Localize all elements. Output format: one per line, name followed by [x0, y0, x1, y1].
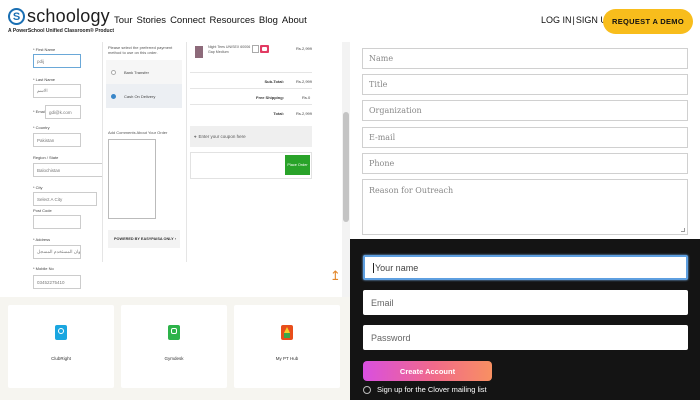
field-label: Post Code: [33, 208, 52, 213]
easypaisa-note[interactable]: POWERED BY EASYPAISA ONLY ›: [108, 230, 180, 248]
organization-input[interactable]: Organization: [362, 100, 688, 121]
outreach-form: Name Title Organization E-mail Phone Rea…: [350, 42, 700, 239]
vertical-scrollbar[interactable]: [342, 42, 350, 297]
auth-separator: |: [572, 15, 575, 25]
shipping-value: Rs.0: [302, 95, 311, 100]
address-field[interactable]: بيت عنوان المستخدم المسجل: [33, 245, 81, 259]
payment-option-cod[interactable]: Cash On Delivery: [106, 84, 182, 108]
gymdesk-icon: [168, 325, 180, 340]
schoology-logo[interactable]: S schoology: [8, 6, 110, 27]
city-select[interactable]: Select A City: [33, 192, 97, 206]
place-order-button[interactable]: Place Order: [285, 155, 310, 175]
total-label: Total:: [273, 111, 284, 116]
radio-icon: [111, 69, 116, 75]
your-name-input[interactable]: Your name: [363, 255, 688, 280]
region-select[interactable]: Balochistan: [33, 163, 103, 177]
coupon-input[interactable]: ⌖ Enter your coupon here: [190, 126, 312, 147]
mailing-list-label: Sign up for the Clover mailing list: [377, 385, 487, 394]
column-divider: [186, 42, 187, 262]
field-label: * Last Name: [33, 77, 56, 82]
mobile-field[interactable]: 03452275410: [33, 275, 81, 289]
nav-stories[interactable]: Stories: [136, 15, 166, 26]
mailing-list-option[interactable]: Sign up for the Clover mailing list: [363, 385, 487, 394]
logo-s-icon: S: [8, 8, 25, 25]
phone-input[interactable]: Phone: [362, 153, 688, 174]
country-field[interactable]: Pakistan: [33, 133, 81, 147]
field-label: * Address: [33, 237, 51, 242]
clubright-icon: [55, 325, 67, 340]
nav-tour[interactable]: Tour: [114, 15, 132, 26]
scroll-to-top-icon[interactable]: ↥: [330, 270, 341, 283]
payment-option-label: Cash On Delivery: [124, 93, 156, 99]
reason-placeholder: Reason for Outreach: [369, 186, 454, 195]
logo-tagline: A PowerSchool Unified Classroom® Product: [8, 28, 115, 34]
product-price: Rs.2,999: [296, 46, 313, 51]
app-card-clubright[interactable]: ClubRight: [8, 305, 114, 388]
field-label: * First Name: [33, 47, 56, 52]
app-card-mypthub[interactable]: My PT Hub: [234, 305, 340, 388]
payment-prompt: Please select the preferred payment meth…: [108, 45, 173, 55]
main-nav: Tour Stories Connect Resources Blog Abou…: [114, 15, 307, 26]
first-name-field[interactable]: pdij: [33, 54, 81, 68]
app-card-gymdesk[interactable]: Gymdesk: [121, 305, 227, 388]
name-input[interactable]: Name: [362, 48, 688, 69]
app-card-name: ClubRight: [51, 356, 71, 361]
logo-text: schoology: [27, 6, 110, 26]
scrollbar-thumb[interactable]: [343, 112, 349, 222]
app-cards-section: ClubRight Gymdesk My PT Hub: [0, 297, 350, 400]
mypthub-icon: [281, 325, 293, 340]
checkout-panel: * First Name pdij * Last Name الاسم * Em…: [0, 42, 350, 297]
resize-handle-icon[interactable]: [681, 228, 685, 232]
clubright-icon-glyph: [58, 328, 64, 334]
radio-selected-icon: [111, 93, 116, 99]
radio-icon[interactable]: [363, 385, 371, 394]
nav-about[interactable]: About: [282, 15, 307, 26]
summary-divider: [190, 104, 312, 105]
post-code-field[interactable]: [33, 215, 81, 229]
column-divider: [102, 42, 103, 262]
comments-textarea[interactable]: [108, 139, 156, 219]
signup-email-input[interactable]: Email: [363, 290, 688, 315]
payment-option-bank[interactable]: Bank Transfer: [106, 60, 182, 84]
nav-blog[interactable]: Blog: [259, 15, 278, 26]
clover-signup-form: Your name Email Password Create Account …: [350, 239, 700, 400]
remove-item-icon[interactable]: [260, 45, 269, 53]
last-name-field[interactable]: الاسم: [33, 84, 81, 98]
app-card-name: Gymdesk: [164, 356, 184, 361]
shipping-label: Free Shipping:: [256, 95, 284, 100]
your-name-placeholder: Your name: [375, 262, 419, 273]
subtotal-value: Rs.2,999: [296, 79, 313, 84]
summary-divider: [190, 88, 312, 89]
request-demo-button[interactable]: REQUEST A DEMO: [603, 9, 693, 34]
tag-icon: ⌖: [194, 134, 197, 139]
field-label: * Mobile No: [33, 266, 54, 271]
coupon-placeholder: Enter your coupon here: [198, 134, 246, 139]
text-caret: [373, 262, 374, 273]
field-label: * Email: [33, 109, 46, 114]
nav-resources[interactable]: Resources: [209, 15, 254, 26]
top-navigation-bar: S schoology A PowerSchool Unified Classr…: [0, 0, 700, 42]
quantity-input[interactable]: [252, 45, 259, 53]
password-input[interactable]: Password: [363, 325, 688, 350]
nav-connect[interactable]: Connect: [170, 15, 205, 26]
summary-divider: [190, 72, 312, 73]
login-link[interactable]: LOG IN: [541, 15, 572, 25]
field-label: * Country: [33, 125, 50, 130]
create-account-button[interactable]: Create Account: [363, 361, 492, 381]
title-input[interactable]: Title: [362, 74, 688, 95]
gymdesk-icon-glyph: [171, 328, 177, 334]
product-thumbnail: [195, 46, 203, 58]
app-card-name: My PT Hub: [275, 356, 299, 361]
email-input[interactable]: E-mail: [362, 127, 688, 148]
total-value: Rs.2,999: [296, 111, 313, 116]
product-name[interactable]: Night Tees UNISEX 60006 Gap Medium: [208, 45, 258, 55]
comments-label: Add Comments About Your Order: [108, 130, 168, 135]
mypthub-icon-base: [284, 333, 290, 338]
field-label: Region / State: [33, 155, 59, 160]
reason-textarea[interactable]: Reason for Outreach: [362, 179, 688, 235]
email-field[interactable]: gdi@k.com: [45, 105, 81, 119]
payment-option-label: Bank Transfer: [124, 69, 149, 75]
subtotal-label: Sub-Total:: [264, 79, 284, 84]
field-label: * City: [33, 185, 43, 190]
